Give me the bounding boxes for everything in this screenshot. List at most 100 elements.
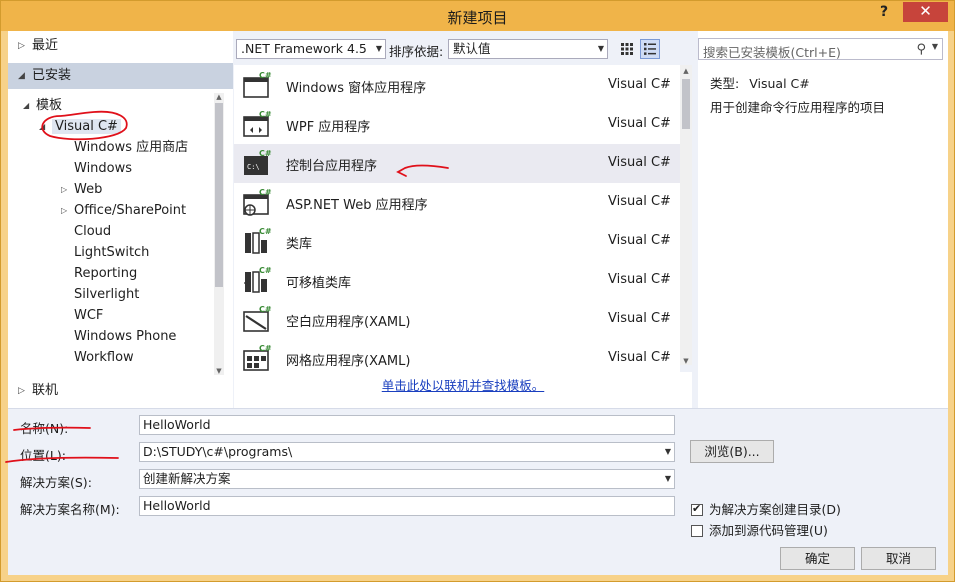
cancel-button[interactable]: 取消	[861, 547, 936, 570]
template-item-blank-app[interactable]: C# 空白应用程序(XAML) Visual C#	[234, 300, 680, 339]
wpf-icon: C#	[243, 110, 272, 137]
template-name: 控制台应用程序	[286, 159, 378, 174]
tree-node-web[interactable]: ▷ Web	[61, 179, 102, 200]
chevron-down-icon: ▼	[375, 44, 382, 53]
scroll-down-icon[interactable]: ▼	[680, 357, 692, 365]
template-item-aspnet[interactable]: C# ASP.NET Web 应用程序 Visual C#	[234, 183, 680, 222]
ok-button[interactable]: 确定	[780, 547, 855, 570]
nav-online-label: 联机	[32, 383, 59, 398]
project-name-input[interactable]: HelloWorld	[139, 415, 675, 435]
new-project-dialog: 新建项目 ? ✕ ▷ 最近 ◢ 已安装 ◢ 模板 ◢ Visual C# Win…	[0, 0, 955, 582]
template-name: Windows 窗体应用程序	[286, 81, 427, 96]
svg-text:C#: C#	[259, 344, 272, 353]
location-label: 位置(L):	[20, 448, 66, 463]
expand-arrow-icon[interactable]: ▷	[61, 179, 67, 200]
type-value: Visual C#	[749, 76, 810, 91]
tree-node-lightswitch[interactable]: LightSwitch	[74, 242, 149, 263]
solution-label: 解决方案(S):	[20, 475, 92, 490]
list-view-button[interactable]	[640, 39, 660, 59]
scroll-thumb[interactable]	[682, 79, 690, 129]
chevron-down-icon[interactable]: ▼	[665, 470, 671, 488]
nav-online[interactable]: ▷ 联机	[8, 379, 233, 403]
tree-node-wcf[interactable]: WCF	[74, 305, 103, 326]
tree-node-windows-phone[interactable]: Windows Phone	[74, 326, 176, 347]
aspnet-icon: C#	[243, 188, 272, 216]
tree-node-office-sharepoint[interactable]: ▷ Office/SharePoint	[61, 200, 187, 221]
chevron-down-icon[interactable]: ▼	[932, 42, 938, 51]
grid-view-icon	[621, 43, 633, 55]
tree-node-reporting[interactable]: Reporting	[74, 263, 137, 284]
scroll-up-icon[interactable]: ▲	[680, 67, 692, 75]
solution-value: 创建新解决方案	[143, 471, 231, 486]
scroll-thumb[interactable]	[215, 103, 223, 287]
template-language: Visual C#	[608, 116, 671, 131]
collapse-arrow-icon[interactable]: ◢	[39, 116, 45, 137]
template-item-wpf[interactable]: C# WPF 应用程序 Visual C#	[234, 105, 680, 144]
search-icon[interactable]: ⚲	[916, 42, 926, 57]
nav-recent[interactable]: ▷ 最近	[8, 34, 233, 58]
create-directory-checkbox[interactable]: 为解决方案创建目录(D)	[691, 499, 841, 518]
template-item-windows-forms[interactable]: C# Windows 窗体应用程序 Visual C#	[234, 66, 680, 105]
dialog-client: ▷ 最近 ◢ 已安装 ◢ 模板 ◢ Visual C# Windows 应用商店…	[8, 31, 948, 575]
template-item-portable-library[interactable]: C# 可移植类库 Visual C#	[234, 261, 680, 300]
tree-node-office-sharepoint-label: Office/SharePoint	[74, 203, 187, 218]
sort-select[interactable]: 默认值 ▼	[448, 39, 608, 59]
tree-node-templates[interactable]: ◢ 模板	[23, 95, 62, 116]
framework-select[interactable]: .NET Framework 4.5 ▼	[236, 39, 386, 59]
template-name: 可移植类库	[286, 276, 352, 291]
grid-view-button[interactable]	[617, 39, 637, 59]
nav-installed[interactable]: ◢ 已安装	[8, 63, 233, 89]
tree-node-workflow[interactable]: Workflow	[74, 347, 134, 368]
title-bar: 新建项目 ? ✕	[1, 1, 954, 31]
help-button[interactable]: ?	[874, 4, 894, 24]
template-language: Visual C#	[608, 311, 671, 326]
collapse-arrow-icon[interactable]: ◢	[18, 63, 25, 89]
blank-app-icon: C#	[243, 305, 272, 332]
svg-text:C#: C#	[259, 188, 272, 197]
location-combobox[interactable]: D:\STUDY\c#\programs\ ▼	[139, 442, 675, 462]
template-description: 用于创建命令行应用程序的项目	[710, 100, 886, 115]
template-language: Visual C#	[608, 233, 671, 248]
template-name: 网格应用程序(XAML)	[286, 354, 411, 369]
tree-node-cloud[interactable]: Cloud	[74, 221, 111, 242]
template-type-row: 类型: Visual C#	[710, 73, 810, 92]
template-list-scrollbar[interactable]: ▲ ▼	[680, 65, 692, 365]
tree-node-visual-csharp[interactable]: ◢ Visual C#	[39, 116, 121, 137]
tree-node-visual-csharp-label: Visual C#	[52, 119, 121, 134]
scroll-up-icon[interactable]: ▲	[214, 93, 224, 101]
create-directory-label: 为解决方案创建目录(D)	[709, 502, 841, 517]
template-language: Visual C#	[608, 194, 671, 209]
windows-forms-icon: C#	[243, 71, 272, 98]
tree-node-windows[interactable]: Windows	[74, 158, 132, 179]
nav-recent-label: 最近	[32, 38, 59, 53]
solution-select[interactable]: 创建新解决方案 ▼	[139, 469, 675, 489]
template-search-box[interactable]: 搜索已安装模板(Ctrl+E) ⚲ ▼	[698, 38, 943, 60]
chevron-down-icon: ▼	[597, 44, 604, 53]
template-item-class-library[interactable]: C# 类库 Visual C#	[234, 222, 680, 261]
add-to-source-control-checkbox[interactable]: 添加到源代码管理(U)	[691, 520, 828, 539]
tree-node-silverlight[interactable]: Silverlight	[74, 284, 139, 305]
solution-name-input[interactable]: HelloWorld	[139, 496, 675, 516]
expand-arrow-icon[interactable]: ▷	[61, 200, 67, 221]
collapse-arrow-icon[interactable]: ◢	[23, 95, 29, 116]
chevron-down-icon[interactable]: ▼	[665, 443, 671, 461]
scroll-down-icon[interactable]: ▼	[214, 367, 224, 375]
template-item-console[interactable]: C:\ C# 控制台应用程序 Visual C#	[234, 144, 680, 183]
search-input[interactable]: 搜索已安装模板(Ctrl+E)	[703, 42, 841, 61]
dialog-title: 新建项目	[447, 9, 508, 27]
tree-scrollbar[interactable]: ▲ ▼	[214, 93, 224, 375]
expand-arrow-icon[interactable]: ▷	[18, 379, 25, 403]
checkbox-checked-icon[interactable]	[691, 502, 703, 516]
expand-arrow-icon[interactable]: ▷	[18, 34, 25, 58]
source-control-label: 添加到源代码管理(U)	[709, 523, 828, 538]
browse-button[interactable]: 浏览(B)...	[690, 440, 774, 463]
find-online-templates-link[interactable]: 单击此处以联机并查找模板。	[234, 372, 692, 408]
name-label: 名称(N):	[20, 421, 69, 436]
sort-select-value: 默认值	[453, 41, 491, 56]
template-item-grid-app[interactable]: C# 网格应用程序(XAML) Visual C#	[234, 339, 680, 372]
template-language: Visual C#	[608, 77, 671, 92]
class-library-icon: C#	[245, 227, 272, 254]
checkbox-unchecked-icon[interactable]	[691, 525, 703, 537]
tree-node-windows-store[interactable]: Windows 应用商店	[74, 137, 188, 158]
close-button[interactable]: ✕	[903, 2, 948, 22]
